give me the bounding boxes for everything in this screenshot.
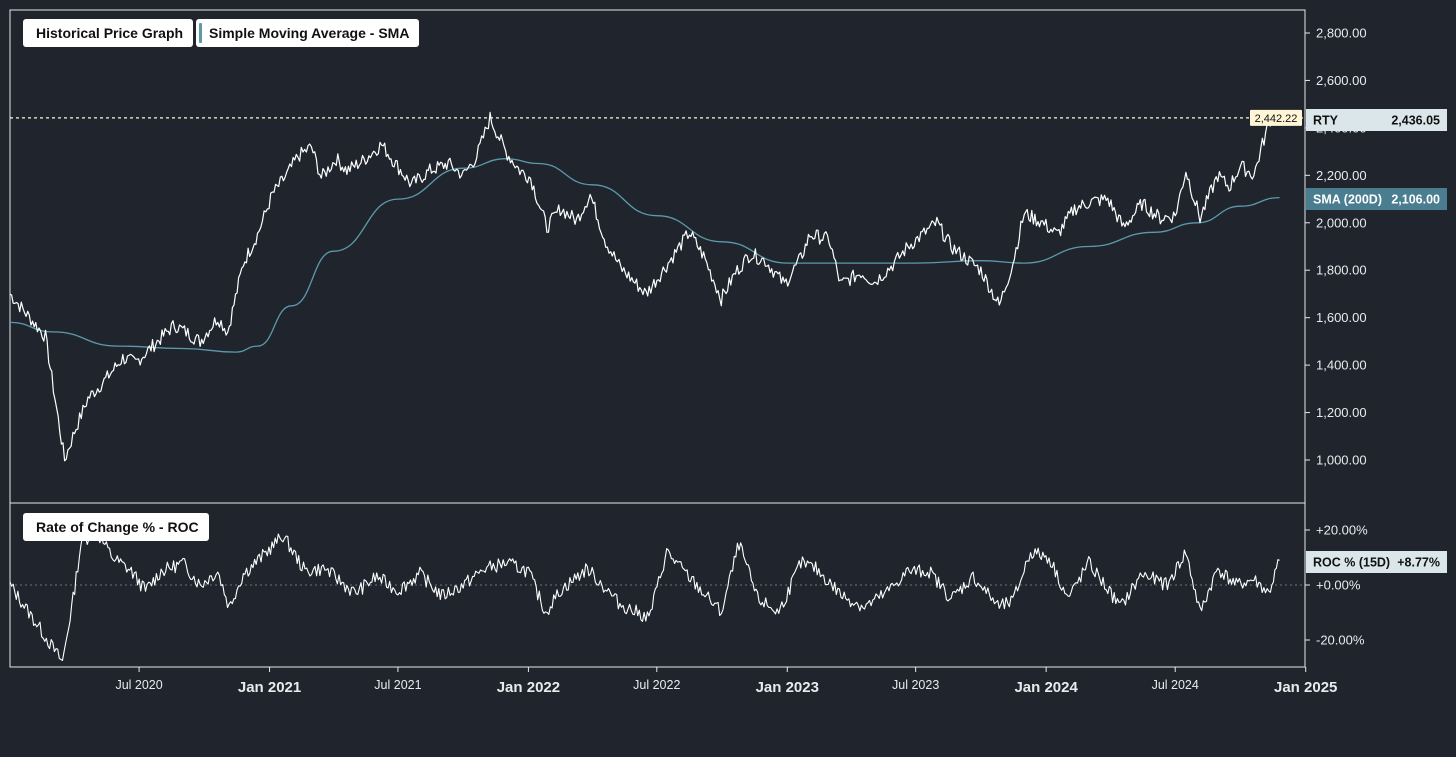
roc-badge-value: +8.77%: [1397, 556, 1440, 570]
price-axis-label: 2,800.00: [1316, 26, 1367, 41]
price-axis-label: 1,400.00: [1316, 358, 1367, 373]
price-line: [9, 111, 1281, 462]
price-axis-label: 1,200.00: [1316, 405, 1367, 420]
x-axis-label: Jul 2020: [115, 678, 162, 692]
x-axis-label: Jul 2024: [1152, 678, 1199, 692]
x-axis-label: Jul 2022: [633, 678, 680, 692]
roc-line: [9, 529, 1280, 661]
price-axis-label: 1,600.00: [1316, 310, 1367, 325]
chart-svg: 2,800.002,600.002,400.002,200.002,000.00…: [9, 9, 1447, 696]
price-axis-label: 1,800.00: [1316, 263, 1367, 278]
x-axis-label: Jan 2025: [1274, 679, 1337, 696]
x-axis-label: Jul 2023: [892, 678, 939, 692]
price-axis-label: 2,600.00: [1316, 73, 1367, 88]
legend-roc[interactable]: Rate of Change % - ROC: [23, 513, 209, 541]
rty-badge-name: RTY: [1313, 114, 1339, 128]
legend-sma-label: Simple Moving Average - SMA: [209, 25, 410, 41]
x-axis-label: Jan 2021: [238, 679, 301, 696]
x-axis-label: Jan 2023: [756, 679, 819, 696]
sma-line: [9, 158, 1280, 353]
x-axis-label: Jul 2021: [374, 678, 421, 692]
high-value-text: 2,442.22: [1255, 113, 1298, 125]
price-axis-label: 2,200.00: [1316, 168, 1367, 183]
legend-sma[interactable]: Simple Moving Average - SMA: [196, 19, 420, 47]
chart-stage: 2,800.002,600.002,400.002,200.002,000.00…: [0, 0, 1456, 752]
legend-roc-label: Rate of Change % - ROC: [36, 519, 199, 535]
roc-badge-name: ROC % (15D): [1313, 556, 1390, 570]
sma-badge-name: SMA (200D): [1313, 193, 1382, 207]
price-axis-label: 1,000.00: [1316, 453, 1367, 468]
rty-badge-value: 2,436.05: [1391, 114, 1440, 128]
price-axis-label: 2,000.00: [1316, 215, 1367, 230]
sma-badge-value: 2,106.00: [1391, 193, 1440, 207]
roc-axis-label: +0.00%: [1316, 578, 1361, 593]
x-axis-label: Jan 2024: [1014, 679, 1078, 696]
roc-axis-label: +20.00%: [1316, 523, 1368, 538]
legend-historical-price[interactable]: Historical Price Graph: [23, 19, 194, 47]
legend-historical-price-label: Historical Price Graph: [36, 25, 184, 41]
roc-axis-label: -20.00%: [1316, 633, 1365, 648]
x-axis-label: Jan 2022: [497, 679, 560, 696]
legend-sma-swatch: [199, 23, 202, 43]
